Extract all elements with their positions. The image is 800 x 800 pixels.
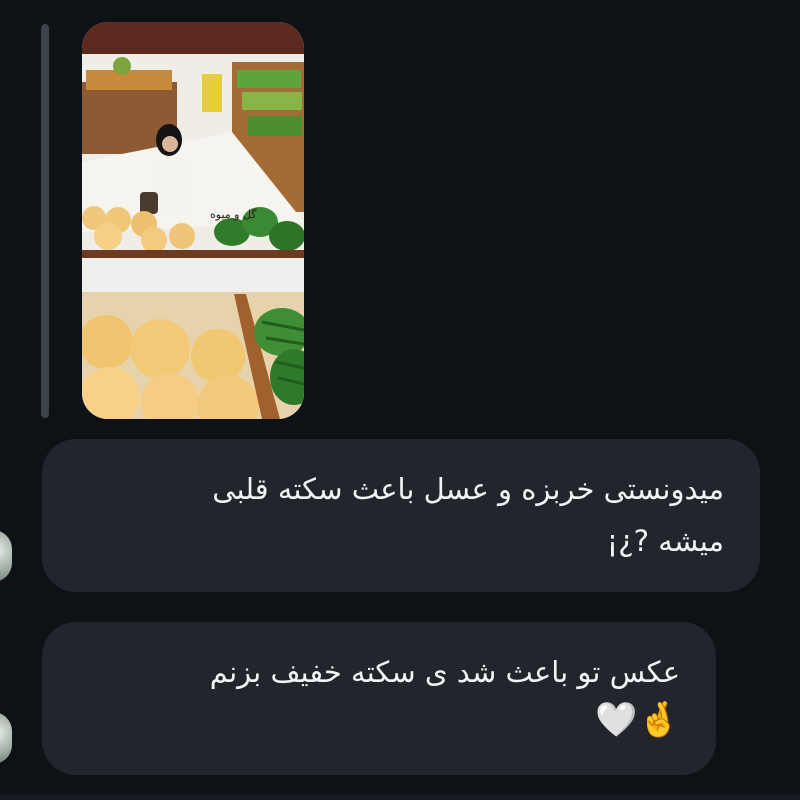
shared-photo-illustration bbox=[82, 22, 304, 419]
photo-sticker-text: گل و میوه bbox=[210, 208, 257, 221]
greens-row-2 bbox=[242, 92, 302, 110]
bottom-divider bbox=[0, 794, 800, 800]
message-bubble[interactable]: میدونستی خربزه و عسل باعث سکته قلبی میشه… bbox=[42, 439, 760, 592]
greens-row-3 bbox=[248, 116, 302, 136]
reply-indicator-bar bbox=[41, 24, 49, 418]
person-bag bbox=[140, 192, 158, 214]
plant-decor bbox=[113, 57, 131, 75]
produce-bins bbox=[86, 70, 172, 90]
melon bbox=[94, 222, 122, 250]
yellow-boxes bbox=[202, 74, 222, 112]
avatar[interactable] bbox=[0, 712, 12, 764]
chat-screen: گل و میوه میدونستی خربزه و عسل باعث سکته… bbox=[0, 0, 800, 800]
message-text: میشه ?¿¡ bbox=[606, 524, 724, 558]
person-face bbox=[162, 136, 178, 152]
melon-large bbox=[130, 319, 190, 379]
message-bubble[interactable]: عکس تو باعث شد ی سکته خفیف بزنم 🤞🤍 bbox=[42, 622, 716, 775]
melon-large bbox=[191, 329, 245, 383]
watermelon bbox=[269, 221, 304, 251]
greens-row-1 bbox=[237, 70, 301, 88]
emoji-reaction-text: 🤞🤍 bbox=[595, 700, 680, 740]
melon bbox=[169, 223, 195, 249]
avatar[interactable] bbox=[0, 530, 12, 582]
melon bbox=[141, 227, 167, 253]
message-text: میدونستی خربزه و عسل باعث سکته قلبی bbox=[212, 472, 724, 506]
store-ceiling bbox=[82, 22, 304, 54]
message-text: عکس تو باعث شد ی سکته خفیف بزنم bbox=[209, 655, 680, 689]
mirror-frame bbox=[82, 250, 304, 258]
shared-photo[interactable]: گل و میوه bbox=[82, 22, 304, 419]
